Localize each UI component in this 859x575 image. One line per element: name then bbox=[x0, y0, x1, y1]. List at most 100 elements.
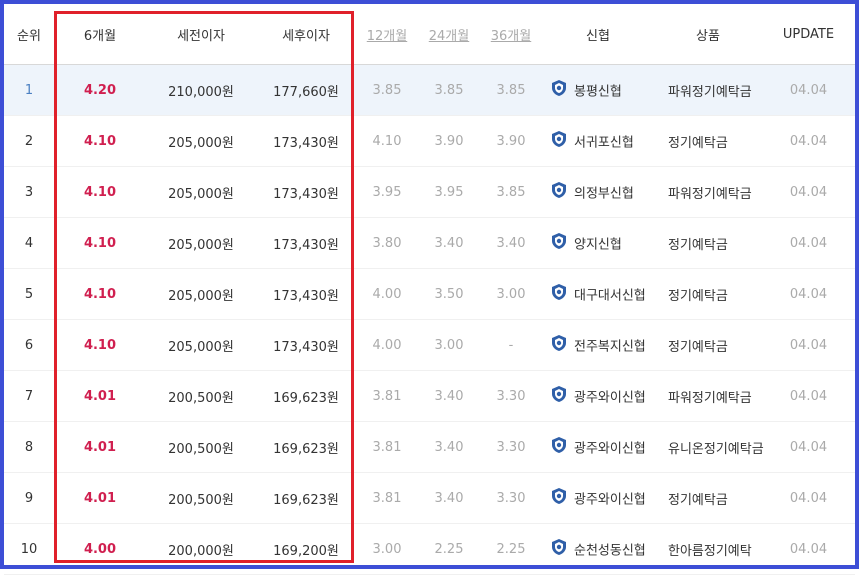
header-pretax-interest: 세전이자 bbox=[146, 4, 256, 65]
bank-cell[interactable]: 광주와이신협 bbox=[542, 370, 654, 422]
rank-cell: 9 bbox=[4, 472, 54, 524]
header-36-month[interactable]: 36개월 bbox=[480, 4, 542, 65]
update-date-cell: 04.04 bbox=[762, 217, 855, 269]
rate-12-month-cell: 3.81 bbox=[356, 370, 418, 422]
table-row[interactable]: 4 4.10 205,000원 173,430원 3.80 3.40 3.40 … bbox=[4, 217, 855, 269]
table-row[interactable]: 9 4.01 200,500원 169,623원 3.81 3.40 3.30 … bbox=[4, 472, 855, 524]
bank-name: 서귀포신협 bbox=[574, 135, 634, 151]
aftertax-interest-cell: 169,200원 bbox=[256, 523, 356, 575]
credit-union-logo-icon bbox=[550, 334, 568, 356]
aftertax-interest-cell: 177,660원 bbox=[256, 64, 356, 116]
table-row[interactable]: 10 4.00 200,000원 169,200원 3.00 2.25 2.25… bbox=[4, 523, 855, 575]
header-update: UPDATE bbox=[762, 4, 855, 65]
rank-cell: 7 bbox=[4, 370, 54, 422]
rate-6-month-cell: 4.01 bbox=[54, 472, 146, 524]
rate-36-month-cell: 3.40 bbox=[480, 217, 542, 269]
pretax-interest-cell: 205,000원 bbox=[146, 166, 256, 218]
bank-name: 광주와이신협 bbox=[574, 390, 646, 406]
rate-12-month-cell: 3.85 bbox=[356, 64, 418, 116]
bank-cell[interactable]: 전주복지신협 bbox=[542, 319, 654, 371]
product-cell[interactable]: 정기예탁금 bbox=[654, 268, 762, 320]
rank-cell: 2 bbox=[4, 115, 54, 167]
bank-cell[interactable]: 광주와이신협 bbox=[542, 472, 654, 524]
table-row[interactable]: 8 4.01 200,500원 169,623원 3.81 3.40 3.30 … bbox=[4, 421, 855, 473]
rate-6-month-cell: 4.10 bbox=[54, 217, 146, 269]
product-cell[interactable]: 한아름정기예탁 bbox=[654, 523, 762, 575]
product-cell[interactable]: 정기예탁금 bbox=[654, 472, 762, 524]
table-row[interactable]: 6 4.10 205,000원 173,430원 4.00 3.00 - 전주복… bbox=[4, 319, 855, 371]
rate-24-month-cell: 3.95 bbox=[418, 166, 480, 218]
rank-cell: 6 bbox=[4, 319, 54, 371]
update-date-cell: 04.04 bbox=[762, 472, 855, 524]
product-cell[interactable]: 정기예탁금 bbox=[654, 319, 762, 371]
product-cell[interactable]: 파워정기예탁금 bbox=[654, 64, 762, 116]
update-date-cell: 04.04 bbox=[762, 268, 855, 320]
table-header: 순위 6개월 세전이자 세후이자 12개월 24개월 36개월 신협 상품 UP… bbox=[4, 4, 855, 65]
credit-union-logo-icon bbox=[550, 232, 568, 254]
credit-union-logo-icon bbox=[550, 130, 568, 152]
rank-cell: 3 bbox=[4, 166, 54, 218]
bank-name: 대구대서신협 bbox=[574, 288, 646, 304]
header-6-month[interactable]: 6개월 bbox=[54, 4, 146, 65]
update-date-cell: 04.04 bbox=[762, 115, 855, 167]
rate-36-month-cell: 3.30 bbox=[480, 421, 542, 473]
rank-cell: 8 bbox=[4, 421, 54, 473]
bank-name: 광주와이신협 bbox=[574, 492, 646, 508]
product-cell[interactable]: 파워정기예탁금 bbox=[654, 370, 762, 422]
product-cell[interactable]: 파워정기예탁금 bbox=[654, 166, 762, 218]
table-row[interactable]: 1 4.20 210,000원 177,660원 3.85 3.85 3.85 … bbox=[4, 64, 855, 116]
credit-union-logo-icon bbox=[550, 181, 568, 203]
aftertax-interest-cell: 169,623원 bbox=[256, 472, 356, 524]
table-row[interactable]: 5 4.10 205,000원 173,430원 4.00 3.50 3.00 … bbox=[4, 268, 855, 320]
update-date-cell: 04.04 bbox=[762, 523, 855, 575]
bank-cell[interactable]: 순천성동신협 bbox=[542, 523, 654, 575]
rate-36-month-cell: - bbox=[480, 319, 542, 371]
deposit-rate-table: 순위 6개월 세전이자 세후이자 12개월 24개월 36개월 신협 상품 UP… bbox=[4, 4, 855, 575]
bank-name: 의정부신협 bbox=[574, 186, 634, 202]
rate-6-month-cell: 4.10 bbox=[54, 115, 146, 167]
update-date-cell: 04.04 bbox=[762, 166, 855, 218]
rank-cell: 10 bbox=[4, 523, 54, 575]
bank-name: 양지신협 bbox=[574, 237, 622, 253]
rate-24-month-cell: 3.85 bbox=[418, 64, 480, 116]
rate-36-month-cell: 2.25 bbox=[480, 523, 542, 575]
header-24-month[interactable]: 24개월 bbox=[418, 4, 480, 65]
table-row[interactable]: 2 4.10 205,000원 173,430원 4.10 3.90 3.90 … bbox=[4, 115, 855, 167]
pretax-interest-cell: 200,500원 bbox=[146, 472, 256, 524]
rate-6-month-cell: 4.01 bbox=[54, 421, 146, 473]
table-row[interactable]: 3 4.10 205,000원 173,430원 3.95 3.95 3.85 … bbox=[4, 166, 855, 218]
credit-union-logo-icon bbox=[550, 538, 568, 560]
credit-union-logo-icon bbox=[550, 487, 568, 509]
rank-cell: 4 bbox=[4, 217, 54, 269]
rate-36-month-cell: 3.85 bbox=[480, 166, 542, 218]
rate-24-month-cell: 3.90 bbox=[418, 115, 480, 167]
aftertax-interest-cell: 173,430원 bbox=[256, 268, 356, 320]
aftertax-interest-cell: 173,430원 bbox=[256, 166, 356, 218]
bank-cell[interactable]: 광주와이신협 bbox=[542, 421, 654, 473]
header-12-month[interactable]: 12개월 bbox=[356, 4, 418, 65]
rate-6-month-cell: 4.10 bbox=[54, 319, 146, 371]
rate-12-month-cell: 3.00 bbox=[356, 523, 418, 575]
product-cell[interactable]: 정기예탁금 bbox=[654, 217, 762, 269]
update-date-cell: 04.04 bbox=[762, 421, 855, 473]
rank-cell: 1 bbox=[4, 64, 54, 116]
rank-cell: 5 bbox=[4, 268, 54, 320]
rate-24-month-cell: 3.00 bbox=[418, 319, 480, 371]
table-row[interactable]: 7 4.01 200,500원 169,623원 3.81 3.40 3.30 … bbox=[4, 370, 855, 422]
bank-cell[interactable]: 서귀포신협 bbox=[542, 115, 654, 167]
pretax-interest-cell: 205,000원 bbox=[146, 217, 256, 269]
aftertax-interest-cell: 173,430원 bbox=[256, 217, 356, 269]
bank-cell[interactable]: 양지신협 bbox=[542, 217, 654, 269]
aftertax-interest-cell: 169,623원 bbox=[256, 421, 356, 473]
rate-12-month-cell: 4.00 bbox=[356, 319, 418, 371]
bank-cell[interactable]: 봉평신협 bbox=[542, 64, 654, 116]
bank-cell[interactable]: 대구대서신협 bbox=[542, 268, 654, 320]
pretax-interest-cell: 200,500원 bbox=[146, 421, 256, 473]
header-product: 상품 bbox=[654, 4, 762, 65]
rate-12-month-cell: 3.81 bbox=[356, 421, 418, 473]
bank-name: 순천성동신협 bbox=[574, 543, 646, 559]
credit-union-logo-icon bbox=[550, 79, 568, 101]
product-cell[interactable]: 유니온정기예탁금 bbox=[654, 421, 764, 473]
product-cell[interactable]: 정기예탁금 bbox=[654, 115, 762, 167]
bank-cell[interactable]: 의정부신협 bbox=[542, 166, 654, 218]
